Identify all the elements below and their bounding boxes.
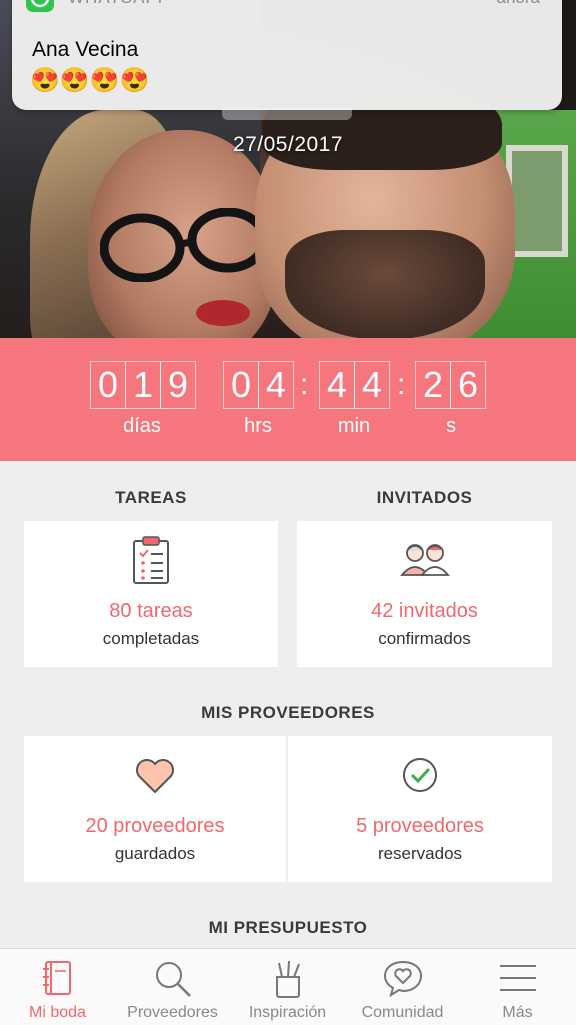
notification-time: ahora [497, 0, 540, 8]
countdown-label-hours: hrs [244, 415, 272, 437]
countdown-label-minutes: min [337, 415, 371, 437]
notification-message: 😍😍😍😍 [30, 67, 150, 94]
countdown-digit: 2 [415, 361, 451, 409]
brushes-cup-icon [271, 959, 305, 1004]
countdown-digit: 0 [223, 361, 259, 409]
notification-app-name: WHATSAPP [68, 0, 170, 8]
countdown-label-seconds: s [446, 415, 456, 437]
booked-vendors-count: 5 proveedores [356, 815, 484, 837]
whatsapp-icon [26, 0, 54, 12]
guests-title: INVITADOS [376, 488, 473, 507]
whatsapp-notification[interactable]: WHATSAPP ahora Ana Vecina 😍😍😍😍 [12, 0, 562, 120]
countdown-digit: 4 [354, 361, 390, 409]
tab-inspiracion[interactable]: Inspiración [230, 949, 345, 1025]
countdown-digit: 1 [125, 361, 161, 409]
notification-sender: Ana Vecina [32, 38, 139, 61]
guests-status: confirmados [378, 629, 471, 648]
countdown-separator: : [300, 368, 309, 401]
notification-grabber[interactable] [222, 108, 352, 120]
tab-label: Mi boda [29, 1004, 86, 1021]
saved-vendors-count: 20 proveedores [85, 815, 225, 837]
saved-vendors-status: guardados [114, 844, 196, 863]
tab-label: Comunidad [361, 1004, 444, 1021]
tab-label: Inspiración [248, 1004, 327, 1021]
menu-icon [498, 963, 538, 998]
photo-man-beard [285, 230, 485, 338]
guests-couple-icon [399, 541, 451, 582]
booked-vendors-card[interactable]: 5 proveedores reservados [288, 736, 552, 882]
wedding-date: 27/05/2017 [232, 133, 344, 156]
countdown-digit: 6 [450, 361, 486, 409]
countdown-digit: 0 [90, 361, 126, 409]
tasks-card[interactable]: 80 tareas completadas [24, 521, 278, 667]
guests-card[interactable]: 42 invitados confirmados [297, 521, 552, 667]
countdown-digit: 9 [160, 361, 196, 409]
tab-bar: Mi boda Proveedores Inspiración Comunida… [0, 948, 576, 1025]
photo-glasses [100, 208, 269, 282]
countdown-separator: : [397, 368, 406, 401]
budget-title: MI PRESUPUESTO [208, 918, 368, 937]
booked-vendors-status: reservados [377, 844, 463, 863]
guests-count: 42 invitados [371, 600, 478, 622]
tab-label: Más [502, 1004, 533, 1021]
countdown-digit: 4 [319, 361, 355, 409]
tab-mi-boda[interactable]: Mi boda [0, 949, 115, 1025]
tab-proveedores[interactable]: Proveedores [115, 949, 230, 1025]
photo-wall-frame [506, 145, 568, 257]
tasks-count: 80 tareas [109, 600, 193, 622]
clipboard-checklist-icon [131, 535, 171, 590]
tasks-title: TAREAS [115, 488, 187, 507]
search-icon [153, 959, 193, 1004]
countdown-digit: 4 [258, 361, 294, 409]
countdown-label-days: días [123, 415, 161, 437]
vendors-title: MIS PROVEEDORES [201, 703, 375, 722]
tab-label: Proveedores [127, 1004, 218, 1021]
tab-comunidad[interactable]: Comunidad [345, 949, 460, 1025]
saved-vendors-card[interactable]: 20 proveedores guardados [24, 736, 286, 882]
check-circle-icon [401, 756, 439, 799]
tasks-status: completadas [102, 629, 200, 648]
photo-woman-lips [196, 300, 250, 326]
tab-mas[interactable]: Más [460, 949, 575, 1025]
notebook-icon [41, 959, 75, 1002]
wedding-countdown: 0 1 9 0 4 : 4 4 : 2 6 días hrs min s [0, 338, 576, 461]
heart-chat-icon [382, 959, 424, 1002]
heart-icon [135, 758, 175, 799]
